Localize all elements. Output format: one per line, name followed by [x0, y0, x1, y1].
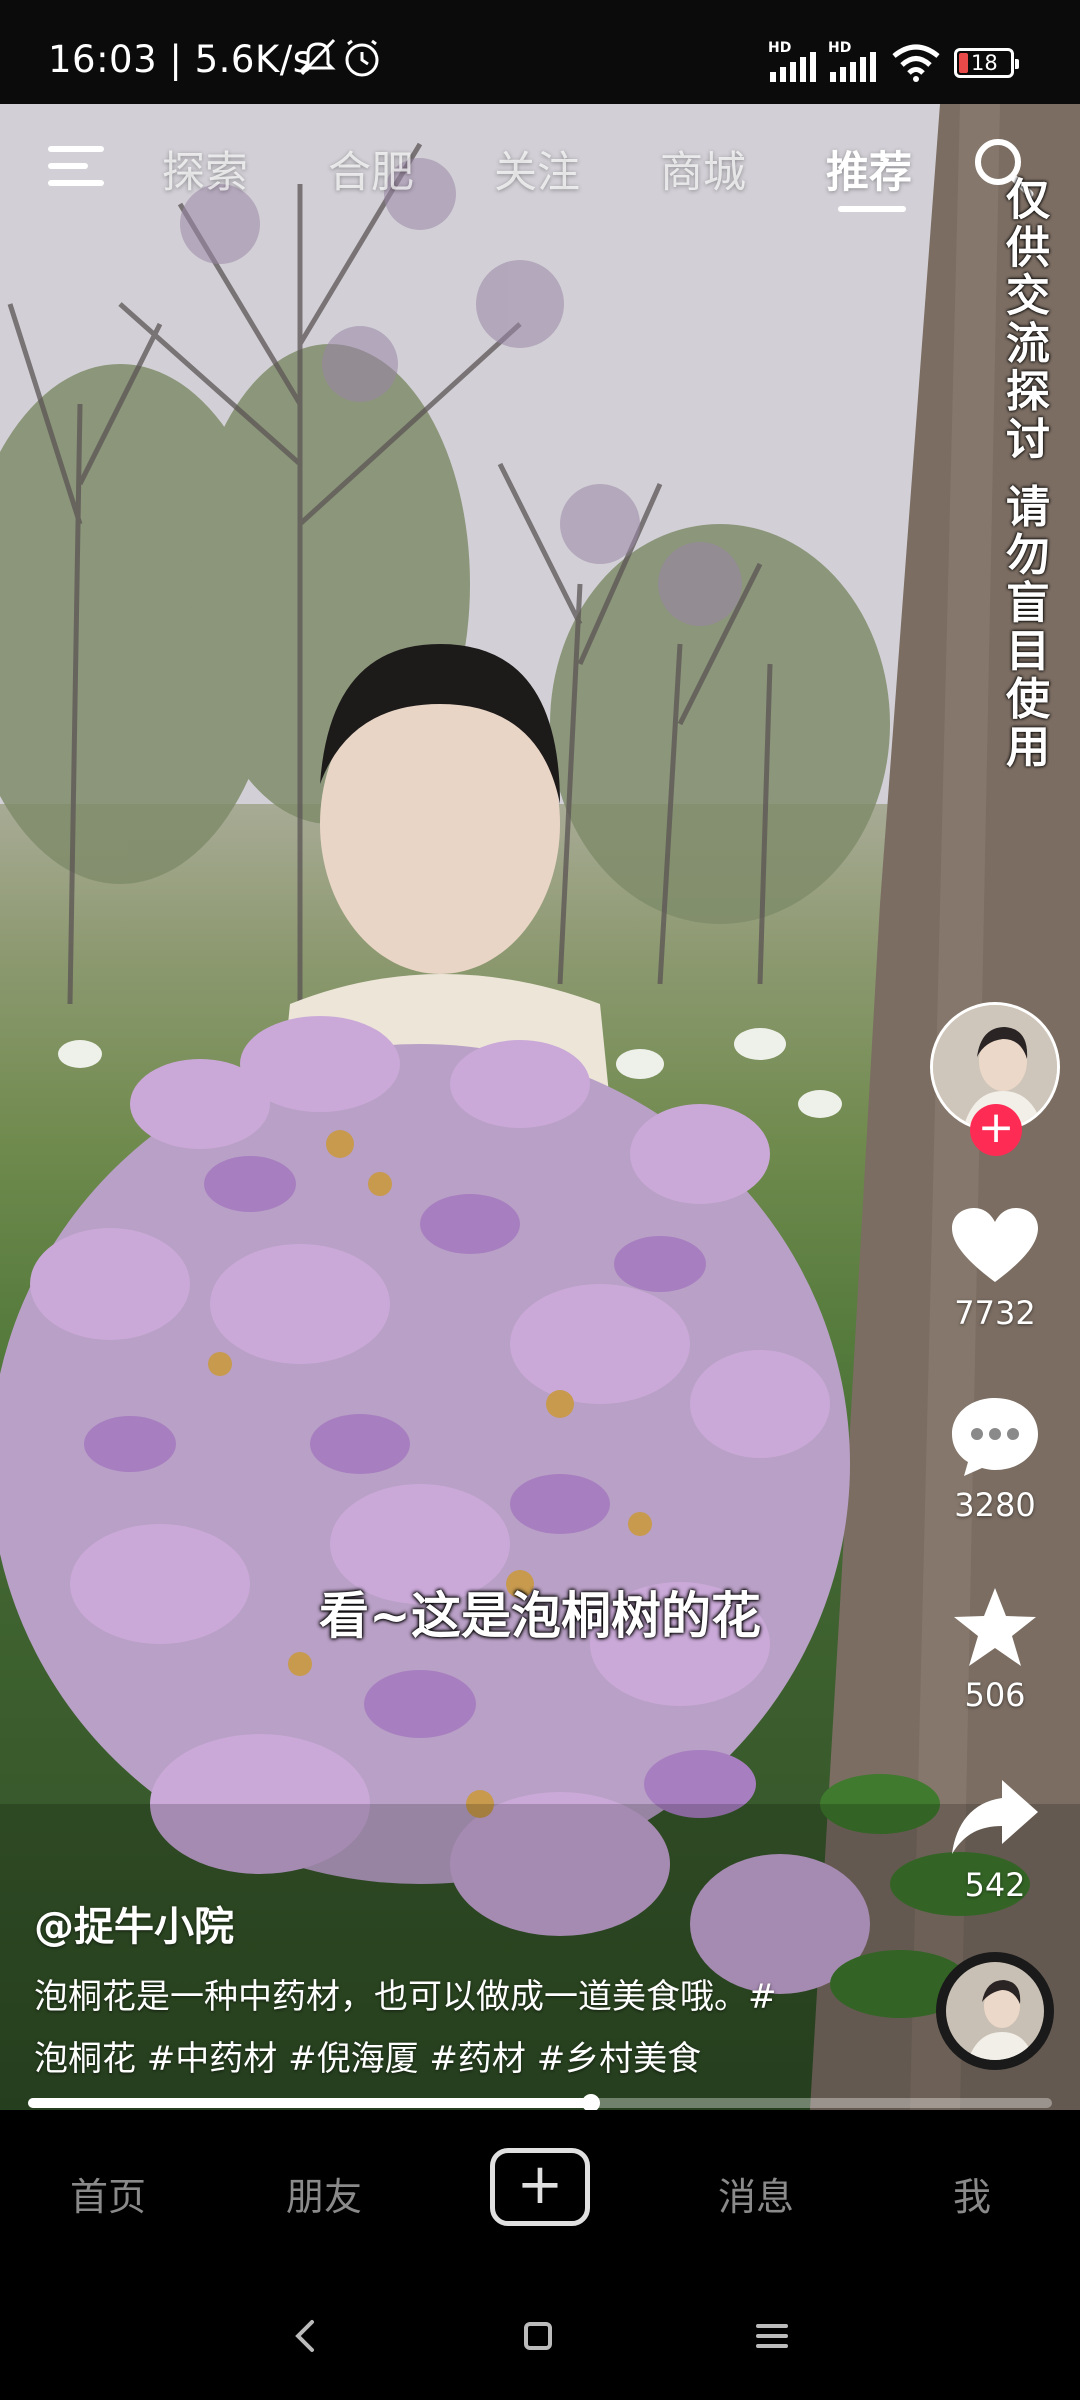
author-avatar-button[interactable]: +	[930, 1002, 1060, 1156]
video-progress-bar[interactable]	[28, 2094, 1052, 2112]
favorite-count: 506	[964, 1676, 1026, 1714]
video-frame	[0, 104, 1080, 2110]
create-button[interactable]: +	[490, 2148, 590, 2226]
tab-hefei[interactable]: 合肥	[328, 138, 414, 200]
recents-icon[interactable]	[748, 2312, 796, 2360]
nav-home[interactable]: 首页	[38, 2166, 178, 2221]
wifi-icon	[892, 44, 940, 82]
system-nav-bar	[0, 2270, 1080, 2400]
comment-icon	[952, 1398, 1038, 1476]
tab-mall[interactable]: 商城	[660, 138, 746, 200]
top-nav: 探索 合肥 关注 商城 推荐	[0, 120, 1080, 220]
video-subtitle: 看~这是泡桐树的花	[319, 1587, 761, 1645]
author-name[interactable]: @捉牛小院	[34, 1894, 234, 1952]
share-arrow-icon	[952, 1780, 1038, 1854]
battery-level: 18	[971, 51, 998, 75]
status-bar: 16:03 | 5.6K/s HD HD 18	[0, 0, 1080, 104]
battery-icon: 18	[954, 48, 1019, 78]
comment-button[interactable]: 3280	[930, 1396, 1060, 1524]
bottom-nav: 首页 朋友 + 消息 我	[0, 2110, 1080, 2270]
signal-icon	[770, 52, 816, 82]
follow-button[interactable]: +	[970, 1104, 1022, 1156]
home-icon[interactable]	[514, 2312, 562, 2360]
music-cover-icon	[946, 1962, 1044, 2060]
tab-recommended[interactable]: 推荐	[826, 138, 912, 200]
description-line-2[interactable]: 泡桐花 #中药材 #倪海厦 #药材 #乡村美食	[34, 2028, 814, 2090]
active-tab-indicator	[838, 206, 906, 212]
music-disc-button[interactable]	[936, 1952, 1054, 2070]
heart-icon	[952, 1208, 1038, 1282]
nav-me[interactable]: 我	[902, 2166, 1042, 2221]
menu-icon[interactable]	[48, 144, 104, 188]
mute-bell-icon	[300, 38, 379, 77]
like-button[interactable]: 7732	[930, 1206, 1060, 1332]
disclaimer-text: 仅供交流探讨 请勿盲目使用	[998, 176, 1049, 772]
tab-explore[interactable]: 探索	[162, 138, 248, 200]
status-time: 16:03 | 5.6K/s	[48, 38, 313, 81]
signal-icon	[830, 52, 876, 82]
video-player[interactable]	[0, 104, 1080, 2110]
description-line-1: 泡桐花是一种中药材，也可以做成一道美食哦。#	[34, 1977, 777, 2017]
video-description[interactable]: 泡桐花是一种中药材，也可以做成一道美食哦。# 泡桐花 #中药材 #倪海厦 #药材…	[34, 1966, 814, 2090]
share-count: 542	[964, 1866, 1026, 1904]
nav-messages[interactable]: 消息	[686, 2166, 826, 2221]
nav-friends[interactable]: 朋友	[254, 2166, 394, 2221]
back-icon[interactable]	[282, 2312, 330, 2360]
share-button[interactable]: 542	[930, 1776, 1060, 1904]
like-count: 7732	[954, 1294, 1036, 1332]
tab-following[interactable]: 关注	[494, 138, 580, 200]
progress-fill	[28, 2098, 592, 2108]
comment-count: 3280	[954, 1486, 1036, 1524]
